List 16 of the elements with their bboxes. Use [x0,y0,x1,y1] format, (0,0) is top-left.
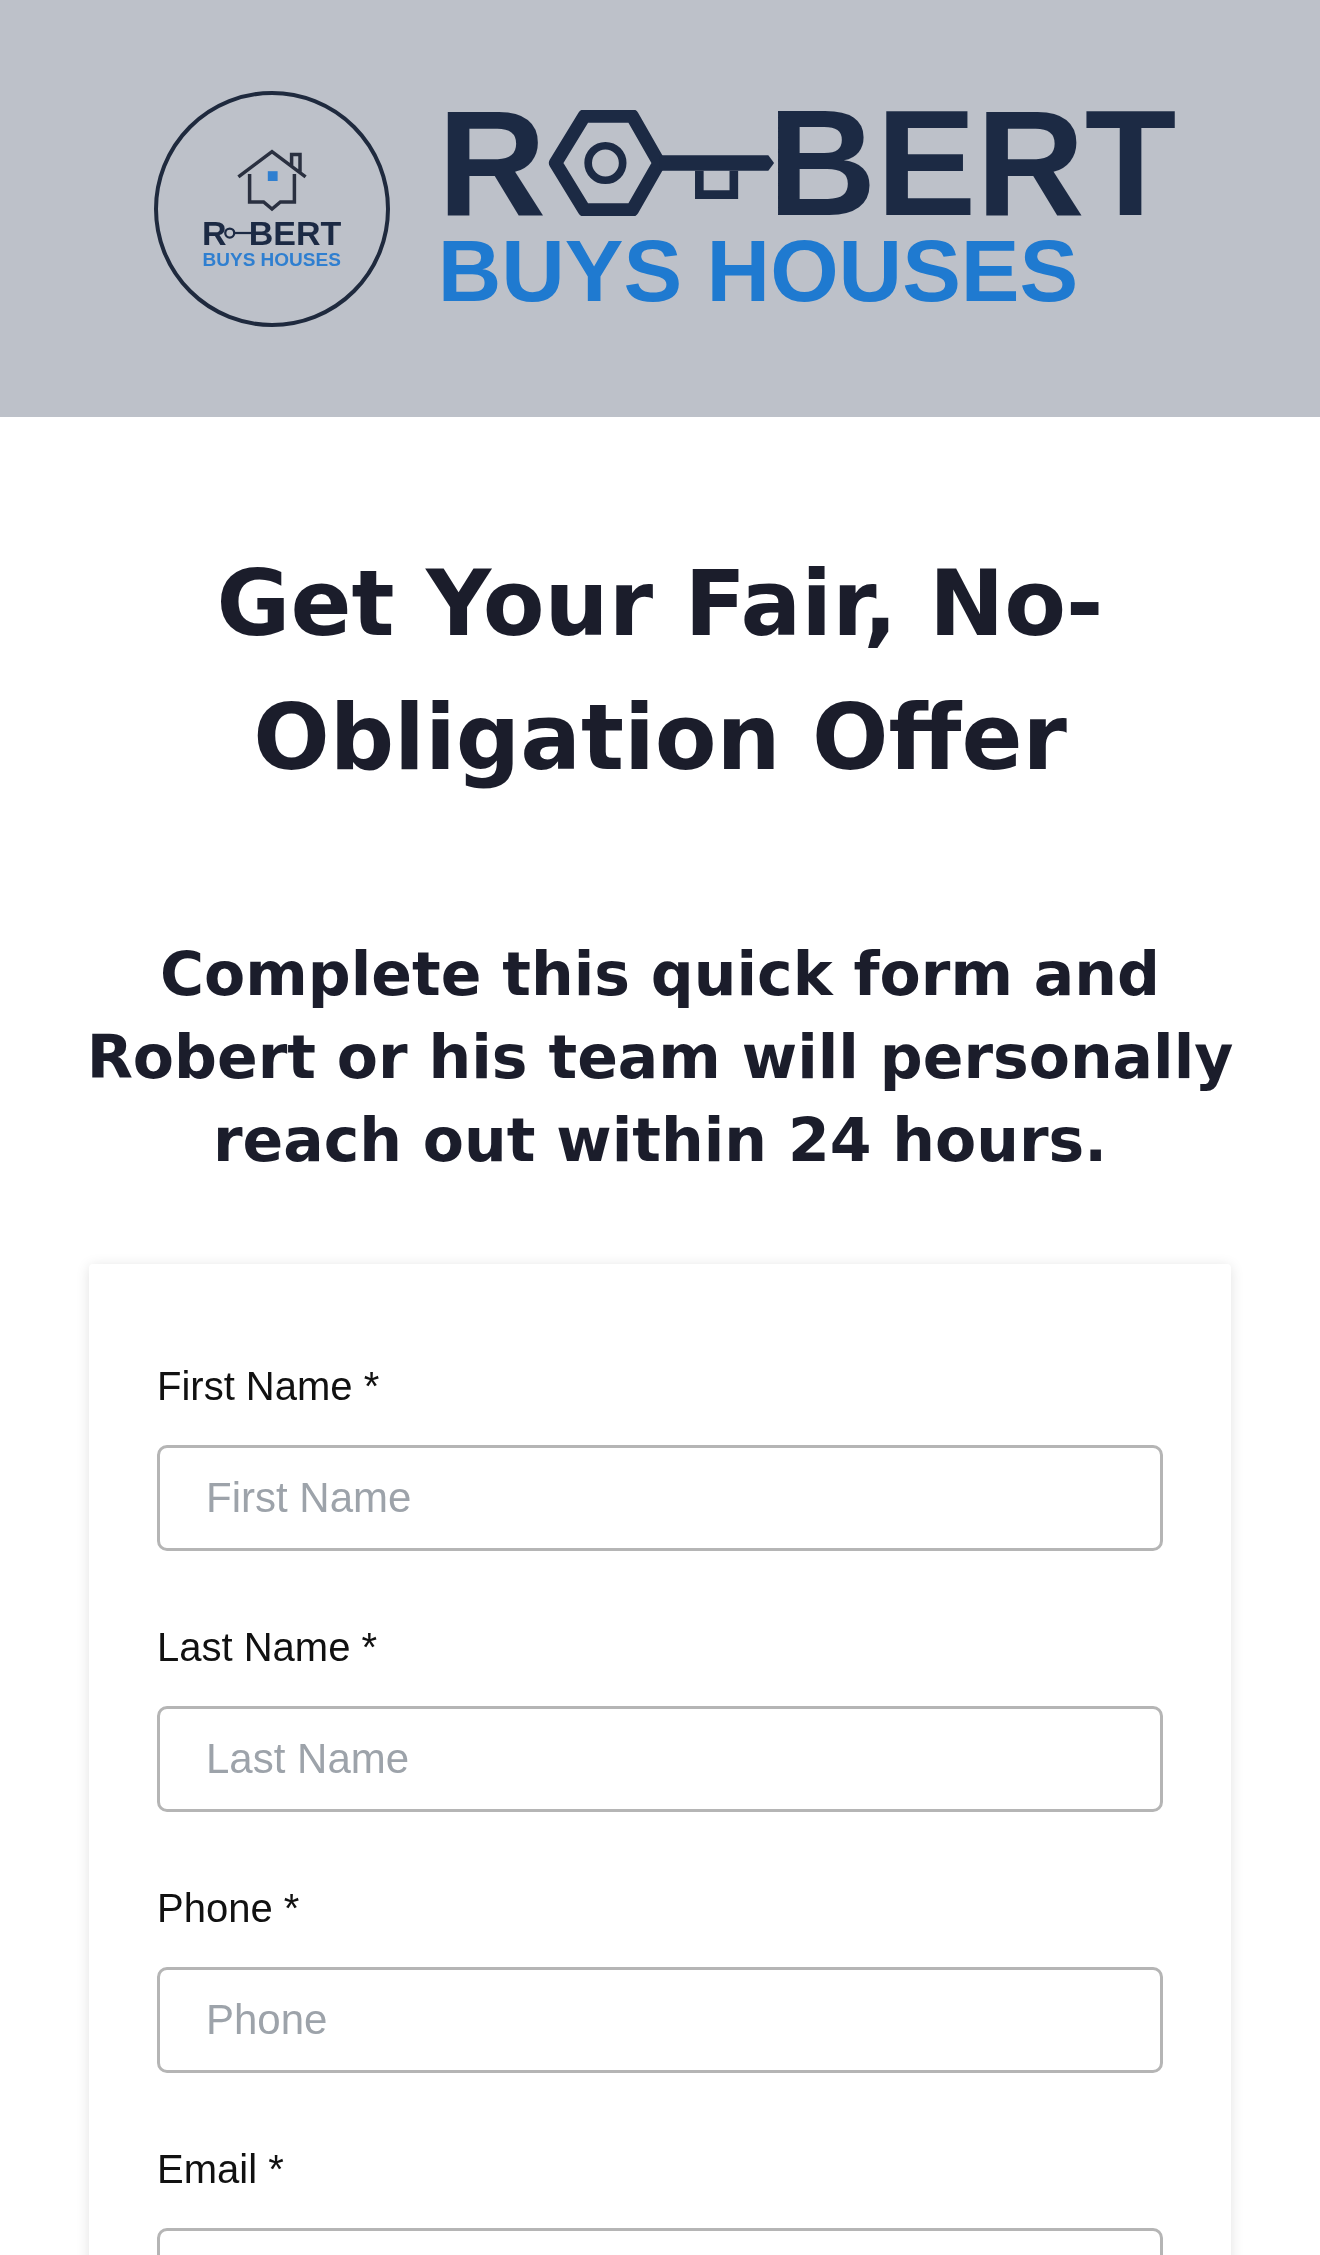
field-label: Phone * [157,1886,301,1931]
logo-name-text: R [437,102,546,223]
badge-tagline: BUYS HOUSES [202,250,341,271]
badge-name-text: R [202,216,227,251]
field-label: First Name * [157,1364,381,1409]
input-field[interactable]: First Name [157,1445,1163,1551]
key-icon [546,109,776,216]
logo-tagline: BUYS HOUSES [437,226,1080,315]
field-label: Email * [157,2147,285,2192]
page-heading: Get Your Fair, No-Obligation Offer [215,550,1105,792]
page-subheading: Complete this quick form and Robert or his team will personally reach out within 24 hours. [85,938,1235,1177]
input-field[interactable]: Last Name [157,1706,1163,1812]
logo-name-text: BERT [768,102,1177,223]
field-label: Last Name * [157,1625,379,1670]
input-field[interactable]: Phone [157,1967,1163,2073]
badge-name-text: BERT [248,216,342,251]
